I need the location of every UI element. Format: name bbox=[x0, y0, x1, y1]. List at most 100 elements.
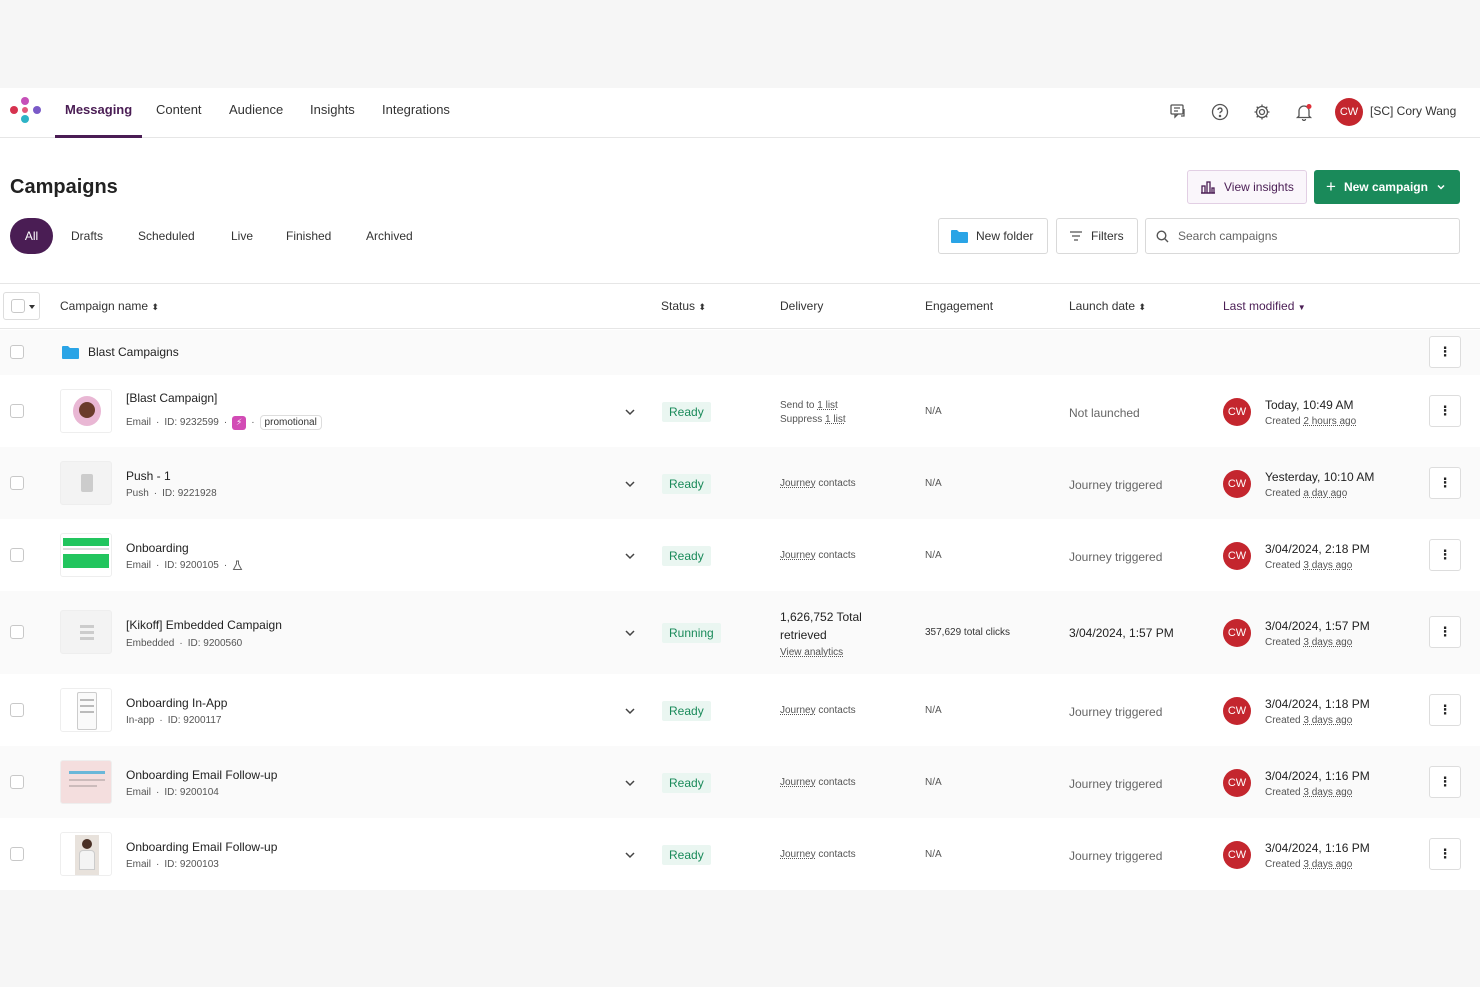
new-campaign-button[interactable]: + New campaign bbox=[1314, 170, 1460, 204]
tab-integrations[interactable]: Integrations bbox=[372, 102, 460, 138]
app-logo[interactable] bbox=[9, 96, 43, 128]
engagement-cell: N/A bbox=[925, 478, 942, 489]
more-options-button[interactable]: ⋮ bbox=[1429, 616, 1461, 648]
chevron-down-icon[interactable] bbox=[624, 478, 636, 490]
row-checkbox[interactable] bbox=[10, 847, 24, 861]
row-checkbox[interactable] bbox=[10, 548, 24, 562]
tab-insights[interactable]: Insights bbox=[300, 102, 365, 138]
settings-icon[interactable] bbox=[1250, 100, 1274, 124]
campaign-type: Push bbox=[126, 488, 149, 499]
tab-messaging[interactable]: Messaging bbox=[55, 102, 143, 138]
table-row[interactable]: Onboarding Email · ID: 9200105 · Ready Jou… bbox=[0, 519, 1480, 591]
last-modified-date: Yesterday, 10:10 AM bbox=[1265, 470, 1375, 484]
delivery-suffix: contacts bbox=[818, 550, 856, 561]
search-icon bbox=[1156, 229, 1169, 242]
campaign-type: In-app bbox=[126, 715, 155, 726]
view-analytics-link[interactable]: View analytics bbox=[780, 644, 862, 662]
header-campaign-name[interactable]: Campaign name ⬍ bbox=[60, 299, 159, 313]
table-row[interactable]: Onboarding In-App In-app · ID: 9200117 Re… bbox=[0, 674, 1480, 746]
tab-audience[interactable]: Audience bbox=[219, 102, 293, 138]
kebab-icon: ⋮ bbox=[1438, 846, 1452, 861]
select-all-checkbox[interactable] bbox=[11, 299, 25, 313]
feedback-icon[interactable] bbox=[1166, 100, 1190, 124]
created-info: Created 3 days ago bbox=[1265, 715, 1352, 726]
table-row[interactable]: [Blast Campaign] Email · ID: 9232599 · ⚡ · … bbox=[0, 375, 1480, 447]
delivery-send-link[interactable]: 1 list bbox=[817, 400, 838, 411]
delivery-link[interactable]: Journey bbox=[780, 849, 816, 860]
chevron-down-icon[interactable] bbox=[624, 627, 636, 639]
table-row[interactable]: Push - 1 Push · ID: 9221928 Ready Journey… bbox=[0, 447, 1480, 519]
filter-all[interactable]: All bbox=[10, 218, 53, 254]
campaign-id: ID: 9200105 bbox=[164, 560, 219, 571]
campaign-name[interactable]: Onboarding Email Follow-up bbox=[126, 840, 277, 854]
chevron-down-icon[interactable] bbox=[624, 705, 636, 717]
table-row[interactable]: Onboarding Email Follow-up Email · ID: 92… bbox=[0, 746, 1480, 818]
created-info: Created 3 days ago bbox=[1265, 787, 1352, 798]
more-options-button[interactable]: ⋮ bbox=[1429, 766, 1461, 798]
header-launch-date[interactable]: Launch date ⬍ bbox=[1069, 299, 1146, 313]
delivery-link[interactable]: Journey bbox=[780, 777, 816, 788]
filter-live[interactable]: Live bbox=[221, 218, 263, 254]
header-last-modified[interactable]: Last modified ▼ bbox=[1223, 299, 1306, 313]
more-options-button[interactable]: ⋮ bbox=[1429, 838, 1461, 870]
filter-finished[interactable]: Finished bbox=[276, 218, 341, 254]
delivery-suffix: contacts bbox=[818, 777, 856, 788]
folder-row[interactable]: Blast Campaigns ⋮ bbox=[0, 330, 1480, 375]
campaign-thumbnail bbox=[60, 832, 112, 876]
campaign-name[interactable]: Onboarding Email Follow-up bbox=[126, 768, 277, 782]
filter-archived[interactable]: Archived bbox=[356, 218, 423, 254]
campaign-name[interactable]: [Kikoff] Embedded Campaign bbox=[126, 618, 282, 632]
chevron-down-icon[interactable] bbox=[624, 550, 636, 562]
delivery-suppress-link[interactable]: 1 list bbox=[825, 414, 846, 425]
table-row[interactable]: [Kikoff] Embedded Campaign Embedded · ID:… bbox=[0, 591, 1480, 674]
filter-scheduled[interactable]: Scheduled bbox=[128, 218, 205, 254]
view-insights-button[interactable]: View insights bbox=[1187, 170, 1307, 204]
filter-drafts[interactable]: Drafts bbox=[61, 218, 113, 254]
more-options-button[interactable]: ⋮ bbox=[1429, 539, 1461, 571]
more-options-button[interactable]: ⋮ bbox=[1429, 395, 1461, 427]
more-options-button[interactable]: ⋮ bbox=[1429, 694, 1461, 726]
chevron-down-icon[interactable] bbox=[624, 777, 636, 789]
folder-name[interactable]: Blast Campaigns bbox=[88, 345, 179, 359]
user-avatar[interactable]: CW bbox=[1335, 98, 1363, 126]
header-status[interactable]: Status ⬍ bbox=[661, 299, 706, 313]
campaign-name[interactable]: Push - 1 bbox=[126, 469, 171, 483]
campaign-name[interactable]: Onboarding bbox=[126, 541, 189, 555]
notification-icon[interactable] bbox=[1292, 100, 1316, 124]
campaign-meta: Email · ID: 9200103 bbox=[126, 859, 219, 870]
campaign-type: Embedded bbox=[126, 638, 175, 649]
table-row[interactable]: Onboarding Email Follow-up Email · ID: 92… bbox=[0, 818, 1480, 890]
filters-button[interactable]: Filters bbox=[1056, 218, 1138, 254]
campaign-thumbnail bbox=[60, 760, 112, 804]
new-folder-button[interactable]: New folder bbox=[938, 218, 1048, 254]
campaign-name[interactable]: Onboarding In-App bbox=[126, 696, 227, 710]
row-checkbox[interactable] bbox=[10, 775, 24, 789]
search-input[interactable] bbox=[1178, 229, 1438, 243]
header-launch-date-label: Launch date bbox=[1069, 299, 1136, 313]
chevron-down-icon[interactable] bbox=[624, 406, 636, 418]
row-checkbox[interactable] bbox=[10, 345, 24, 359]
tab-content[interactable]: Content bbox=[146, 102, 212, 138]
row-checkbox[interactable] bbox=[10, 625, 24, 639]
help-icon[interactable] bbox=[1208, 100, 1232, 124]
kebab-icon: ⋮ bbox=[1438, 774, 1452, 789]
delivery-link[interactable]: Journey bbox=[780, 550, 816, 561]
more-options-button[interactable]: ⋮ bbox=[1429, 336, 1461, 368]
chevron-down-icon[interactable] bbox=[624, 849, 636, 861]
delivery-cell: 1,626,752 Total retrieved View analytics bbox=[780, 608, 862, 662]
user-name[interactable]: [SC] Cory Wang bbox=[1370, 104, 1456, 118]
row-checkbox[interactable] bbox=[10, 476, 24, 490]
select-all-dropdown[interactable] bbox=[3, 292, 40, 320]
campaign-type: Email bbox=[126, 859, 152, 870]
campaign-name[interactable]: [Blast Campaign] bbox=[126, 391, 217, 405]
modifier-avatar: CW bbox=[1223, 769, 1251, 797]
delivery-link[interactable]: Journey bbox=[780, 478, 816, 489]
search-box[interactable] bbox=[1145, 218, 1460, 254]
campaign-thumbnail bbox=[60, 461, 112, 505]
view-insights-label: View insights bbox=[1224, 180, 1294, 194]
row-checkbox[interactable] bbox=[10, 404, 24, 418]
delivery-link[interactable]: Journey bbox=[780, 705, 816, 716]
row-checkbox[interactable] bbox=[10, 703, 24, 717]
more-options-button[interactable]: ⋮ bbox=[1429, 467, 1461, 499]
launch-date-cell: Journey triggered bbox=[1069, 849, 1163, 863]
